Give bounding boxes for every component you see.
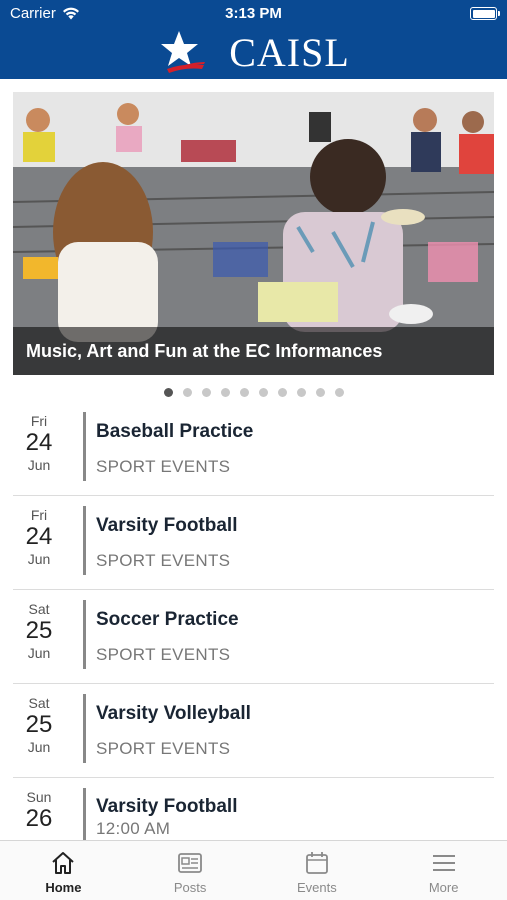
event-month: Jun [27,739,51,755]
event-day: 24 [25,523,53,550]
event-title: Varsity Volleyball [96,703,251,724]
event-date: Sat 25 Jun [13,695,65,755]
tab-events-label: Events [297,880,337,895]
event-weekday: Fri [30,507,48,523]
event-title: Baseball Practice [96,421,254,442]
carousel-dot[interactable] [182,388,192,397]
event-category: SPORT EVENTS [96,457,231,476]
event-divider [83,412,86,481]
status-bar: Carrier 3:13 PM [0,0,507,28]
event-month: Jun [27,551,51,567]
tab-bar: Home Posts Events More [0,840,507,900]
event-divider [83,788,86,840]
event-category: SPORT EVENTS [96,739,231,758]
tab-posts[interactable]: Posts [127,841,254,900]
tab-more-label: More [428,880,459,895]
event-date: Fri 24 Jun [13,507,65,567]
event-category: SPORT EVENTS [96,645,231,664]
event-category: SPORT EVENTS [96,551,231,570]
event-weekday: Sat [28,601,50,617]
event-title: Varsity Football [96,515,238,536]
event-row[interactable]: Fri 24 Jun Varsity Football SPORT EVENTS [13,496,494,590]
carousel-dot[interactable] [258,388,268,397]
event-date: Sat 25 Jun [13,601,65,661]
brand-name: CAISL [229,29,350,75]
tab-home-label: Home [45,880,82,895]
carousel-page-indicator[interactable] [0,388,507,397]
carousel-dot[interactable] [201,388,211,397]
event-day: 24 [25,429,53,456]
app-header: Carrier 3:13 PM CAISL [0,0,507,79]
menu-icon [432,855,455,871]
posts-icon [178,853,203,873]
carousel-dot[interactable] [239,388,249,397]
event-day: 26 [25,805,53,832]
tab-more[interactable]: More [380,841,507,900]
event-weekday: Sat [28,695,50,711]
event-weekday: Sun [26,789,52,805]
event-title: Soccer Practice [96,609,239,630]
event-row[interactable]: Fri 24 Jun Baseball Practice SPORT EVENT… [13,402,494,496]
event-row[interactable]: Sat 25 Jun Varsity Volleyball SPORT EVEN… [13,684,494,778]
featured-banner[interactable]: Music, Art and Fun at the EC Informances [13,92,494,375]
event-divider [83,600,86,669]
brand-logo: CAISL [0,28,507,76]
event-title: Varsity Football [96,796,238,817]
carousel-dot[interactable] [334,388,344,397]
carousel-dot[interactable] [315,388,325,397]
battery-icon [470,7,500,20]
events-list: Fri 24 Jun Baseball Practice SPORT EVENT… [13,402,494,840]
event-time: 12:00 AM [96,819,171,838]
calendar-icon [305,852,328,874]
carousel-dot[interactable] [296,388,306,397]
tab-posts-label: Posts [173,880,207,895]
tab-events[interactable]: Events [254,841,381,900]
event-month: Jun [27,457,51,473]
event-day: 25 [25,617,53,644]
carousel-dot[interactable] [220,388,230,397]
event-row[interactable]: Sat 25 Jun Soccer Practice SPORT EVENTS [13,590,494,684]
carousel-dot[interactable] [163,388,173,397]
event-date: Sun 26 [13,789,65,833]
carousel-dot[interactable] [277,388,287,397]
banner-caption: Music, Art and Fun at the EC Informances [13,327,494,375]
event-row[interactable]: Sun 26 Varsity Football 12:00 AM [13,778,494,840]
event-day: 25 [25,711,53,738]
status-time: 3:13 PM [225,5,282,22]
home-icon [52,852,75,874]
star-logo-icon [161,31,206,73]
tab-home[interactable]: Home [0,841,127,900]
event-divider [83,694,86,763]
event-divider [83,506,86,575]
event-date: Fri 24 Jun [13,413,65,473]
event-weekday: Fri [30,413,48,429]
event-month: Jun [27,645,51,661]
